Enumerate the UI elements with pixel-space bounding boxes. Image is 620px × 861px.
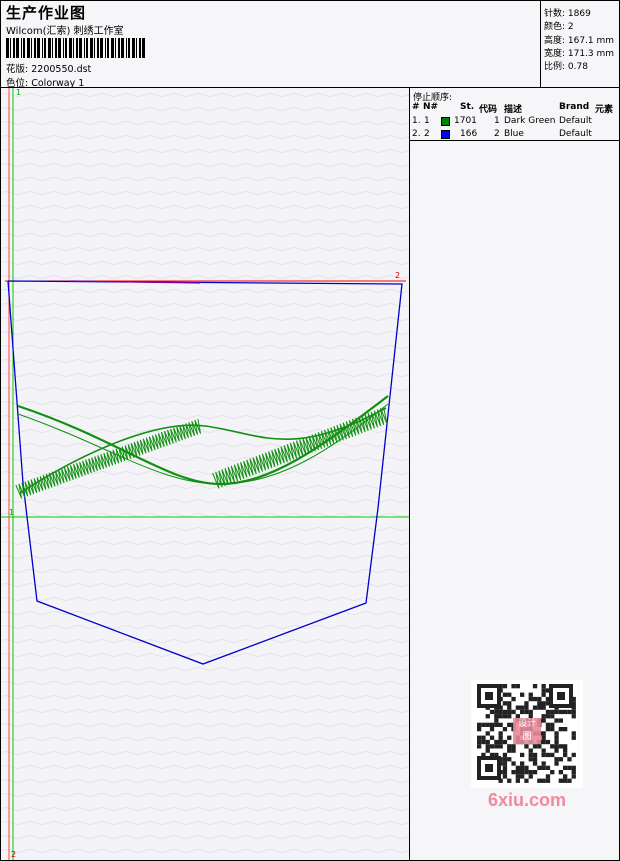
col-stitches: St.	[460, 102, 475, 112]
design-height: 高度: 167.1 mm	[544, 36, 615, 46]
row-index: 1.	[412, 116, 421, 126]
watermark-text: 6xiu.com	[487, 790, 567, 810]
column-headers: # N# St. 代码 描述 Brand 元素	[410, 102, 620, 115]
stitch-count: 针数: 1869	[544, 9, 591, 19]
marker-bottom: 2	[11, 850, 16, 859]
panel-divider	[410, 140, 620, 141]
watermark-stamp: 设计 图	[513, 718, 541, 744]
company-subtitle: Wilcom(汇索) 刺绣工作室	[6, 26, 124, 37]
marker-green: 1	[9, 508, 14, 517]
design-width: 宽度: 171.3 mm	[544, 49, 615, 59]
marker-red: 2	[395, 271, 400, 280]
row-brand: Default	[559, 116, 592, 126]
row-description: Dark Green	[504, 116, 556, 126]
design-drawing: 1 2 2 1	[0, 88, 409, 861]
col-brand: Brand	[559, 102, 590, 112]
col-needle: N#	[423, 102, 439, 112]
color-count: 颜色: 2	[544, 22, 574, 32]
col-description: 描述	[504, 105, 523, 115]
design-canvas: 1 2 2 1	[0, 88, 409, 861]
row-code: 2	[494, 129, 500, 139]
row-needle: 2	[424, 129, 430, 139]
row-index: 2.	[412, 129, 421, 139]
design-value: 2200550.dst	[31, 64, 92, 75]
design-info: 花版: 2200550.dst	[6, 61, 91, 75]
color-swatch	[441, 130, 450, 139]
row-stitches: 1701	[454, 116, 477, 126]
stats-box: 针数: 1869 颜色: 2 高度: 167.1 mm 宽度: 171.3 mm…	[540, 0, 620, 88]
color-swatch	[441, 117, 450, 126]
col-code: 代码	[479, 105, 498, 115]
watermark: 设计 图 6xiu.com	[471, 680, 583, 810]
header: 生产作业图 Wilcom(汇索) 刺绣工作室 花版: 2200550.dst 色…	[0, 0, 620, 89]
row-description: Blue	[504, 129, 524, 139]
col-index: #	[412, 102, 420, 112]
row-stitches: 166	[460, 129, 478, 139]
table-row: 1. 1 1701 1 Dark Green Default	[410, 116, 620, 128]
barcode	[6, 38, 145, 58]
col-element: 元素	[595, 105, 614, 115]
page-title: 生产作业图	[6, 4, 87, 22]
row-code: 1	[494, 116, 500, 126]
design-label: 花版:	[6, 64, 29, 75]
design-scale: 比例: 0.78	[544, 62, 588, 72]
row-brand: Default	[559, 129, 592, 139]
canvas-background	[0, 88, 409, 861]
marker-top: 1	[16, 88, 21, 97]
row-needle: 1	[424, 116, 430, 126]
